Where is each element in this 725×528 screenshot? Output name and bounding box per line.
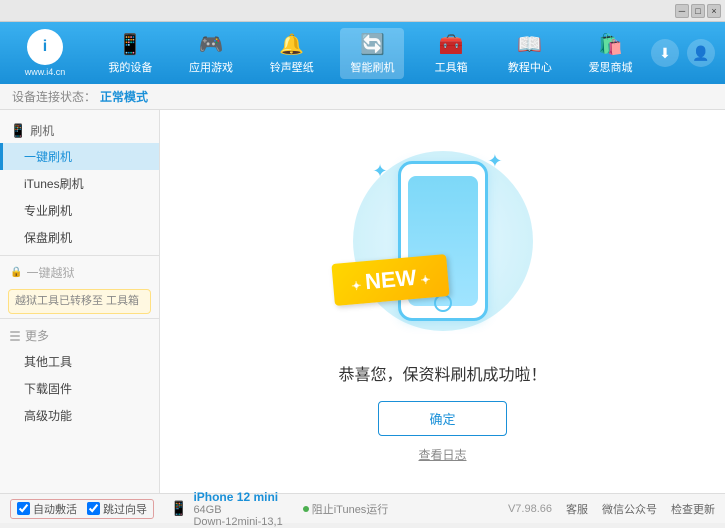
minimize-button[interactable]: ─: [675, 4, 689, 18]
device-details: iPhone 12 mini 64GB Down-12mini-13,1: [193, 490, 282, 528]
customer-service-link[interactable]: 客服: [566, 501, 588, 517]
nav-item-shop[interactable]: 🛍️ 爱思商城: [579, 28, 643, 79]
device-info: 📱 iPhone 12 mini 64GB Down-12mini-13,1: [170, 490, 283, 528]
maximize-button[interactable]: □: [691, 4, 705, 18]
sidebar-item-advanced[interactable]: 高级功能: [0, 402, 159, 429]
app-game-label: 应用游戏: [189, 59, 233, 75]
advanced-label: 高级功能: [24, 409, 72, 423]
download-button[interactable]: ⬇: [651, 39, 679, 67]
lock-icon: 🔒: [10, 267, 22, 278]
itunes-status-text: 阻止iTunes运行: [312, 501, 389, 517]
sidebar-section-flash: 📱 刷机 一键刷机 iTunes刷机 专业刷机 保盘刷机: [0, 118, 159, 251]
sidebar-item-pro-flash[interactable]: 专业刷机: [0, 197, 159, 224]
ringtone-label: 铃声壁纸: [270, 59, 314, 75]
secondary-link[interactable]: 查看日志: [418, 446, 466, 463]
save-flash-label: 保盘刷机: [24, 231, 72, 245]
success-message: 恭喜您，保资料刷机成功啦！: [338, 361, 546, 385]
center-content: NEW ✦ ✦ ✧ 恭喜您，保资料刷机成功啦！ 确定 查看日志: [160, 110, 725, 493]
my-device-label: 我的设备: [108, 59, 152, 75]
close-button[interactable]: ×: [707, 4, 721, 18]
smart-flash-icon: 🔄: [360, 32, 385, 57]
device-name: iPhone 12 mini: [193, 490, 282, 504]
skip-guide-label: 跳过向导: [103, 501, 147, 517]
ringtone-icon: 🔔: [279, 32, 304, 57]
auto-connect-checkbox-label: 自动敷活: [17, 501, 77, 517]
one-key-flash-label: 一键刷机: [24, 150, 72, 164]
jailbreak-section-label: 一键越狱: [26, 264, 74, 281]
sidebar-item-download-fw[interactable]: 下载固件: [0, 375, 159, 402]
title-bar: ─ □ ×: [0, 0, 725, 22]
bottom-bar: 自动敷活 跳过向导 📱 iPhone 12 mini 64GB Down-12m…: [0, 493, 725, 523]
app-game-icon: 🎮: [199, 32, 224, 57]
shop-label: 爱思商城: [589, 59, 633, 75]
more-section-label: 更多: [25, 327, 49, 344]
smart-flash-label: 智能刷机: [350, 59, 394, 75]
status-label: 设备连接状态：: [12, 88, 96, 105]
shop-icon: 🛍️: [598, 32, 623, 57]
sidebar-item-save-flash[interactable]: 保盘刷机: [0, 224, 159, 251]
auto-connect-checkbox[interactable]: [17, 502, 30, 515]
itunes-indicator: 阻止iTunes运行: [303, 501, 389, 517]
sidebar: 📱 刷机 一键刷机 iTunes刷机 专业刷机 保盘刷机 🔒 一键越狱: [0, 110, 160, 493]
toolbox-icon: 🧰: [439, 32, 464, 57]
itunes-dot: [303, 506, 309, 512]
success-illustration: NEW ✦ ✦ ✧: [343, 141, 543, 341]
app-logo: i www.i4.cn: [10, 29, 80, 77]
download-fw-label: 下载固件: [24, 382, 72, 396]
nav-item-ringtone[interactable]: 🔔 铃声壁纸: [260, 28, 324, 79]
toolbox-label: 工具箱: [435, 59, 468, 75]
more-icon: [10, 331, 20, 341]
status-value: 正常模式: [100, 88, 148, 105]
skip-guide-checkbox[interactable]: [87, 502, 100, 515]
sidebar-item-itunes-flash[interactable]: iTunes刷机: [0, 170, 159, 197]
other-tools-label: 其他工具: [24, 355, 72, 369]
device-version: Down-12mini-13,1: [193, 516, 282, 528]
device-icon: 📱: [170, 500, 187, 517]
nav-item-my-device[interactable]: 📱 我的设备: [98, 28, 162, 79]
sidebar-item-other-tools[interactable]: 其他工具: [0, 348, 159, 375]
pro-flash-label: 专业刷机: [24, 204, 72, 218]
confirm-button[interactable]: 确定: [378, 401, 506, 436]
jailbreak-notice: 越狱工具已转移至 工具箱: [8, 289, 151, 314]
skip-guide-checkbox-label: 跳过向导: [87, 501, 147, 517]
logo-circle: i: [27, 29, 63, 65]
sidebar-divider-2: [0, 318, 159, 319]
device-storage: 64GB: [193, 504, 282, 516]
sidebar-section-more: 更多 其他工具 下载固件 高级功能: [0, 323, 159, 429]
tutorial-label: 教程中心: [508, 59, 552, 75]
nav-bar: i www.i4.cn 📱 我的设备 🎮 应用游戏 🔔 铃声壁纸 🔄 智能刷机 …: [0, 22, 725, 84]
sidebar-section-jailbreak: 🔒 一键越狱 越狱工具已转移至 工具箱: [0, 260, 159, 314]
nav-right-controls: ⬇ 👤: [651, 39, 715, 67]
auto-connect-label: 自动敷活: [33, 501, 77, 517]
bottom-right: V7.98.66 客服 微信公众号 检查更新: [508, 501, 715, 517]
version-text: V7.98.66: [508, 503, 552, 515]
sidebar-section-jailbreak-header: 🔒 一键越狱: [0, 260, 159, 285]
main-content: 📱 刷机 一键刷机 iTunes刷机 专业刷机 保盘刷机 🔒 一键越狱: [0, 110, 725, 493]
checkbox-group: 自动敷活 跳过向导: [10, 499, 154, 519]
window-controls: ─ □ ×: [675, 4, 721, 18]
nav-item-tutorial[interactable]: 📖 教程中心: [498, 28, 562, 79]
bottom-left: 自动敷活 跳过向导 📱 iPhone 12 mini 64GB Down-12m…: [10, 490, 388, 528]
logo-text: www.i4.cn: [25, 67, 66, 77]
sidebar-section-more-header: 更多: [0, 323, 159, 348]
nav-item-app-game[interactable]: 🎮 应用游戏: [179, 28, 243, 79]
jailbreak-notice-text: 越狱工具已转移至 工具箱: [15, 295, 139, 307]
nav-item-toolbox[interactable]: 🧰 工具箱: [421, 28, 481, 79]
check-update-link[interactable]: 检查更新: [671, 501, 715, 517]
my-device-icon: 📱: [118, 32, 143, 57]
sidebar-section-flash-header: 📱 刷机: [0, 118, 159, 143]
status-bar: 设备连接状态： 正常模式: [0, 84, 725, 110]
user-button[interactable]: 👤: [687, 39, 715, 67]
flash-section-label: 刷机: [30, 122, 54, 139]
nav-items: 📱 我的设备 🎮 应用游戏 🔔 铃声壁纸 🔄 智能刷机 🧰 工具箱 📖 教程中心…: [90, 28, 651, 79]
wechat-link[interactable]: 微信公众号: [602, 501, 657, 517]
sidebar-item-one-key-flash[interactable]: 一键刷机: [0, 143, 159, 170]
tutorial-icon: 📖: [517, 32, 542, 57]
itunes-flash-label: iTunes刷机: [24, 177, 84, 191]
logo-symbol: i: [43, 38, 47, 56]
flash-section-icon: 📱: [10, 123, 26, 139]
sidebar-divider-1: [0, 255, 159, 256]
nav-item-smart-flash[interactable]: 🔄 智能刷机: [340, 28, 404, 79]
